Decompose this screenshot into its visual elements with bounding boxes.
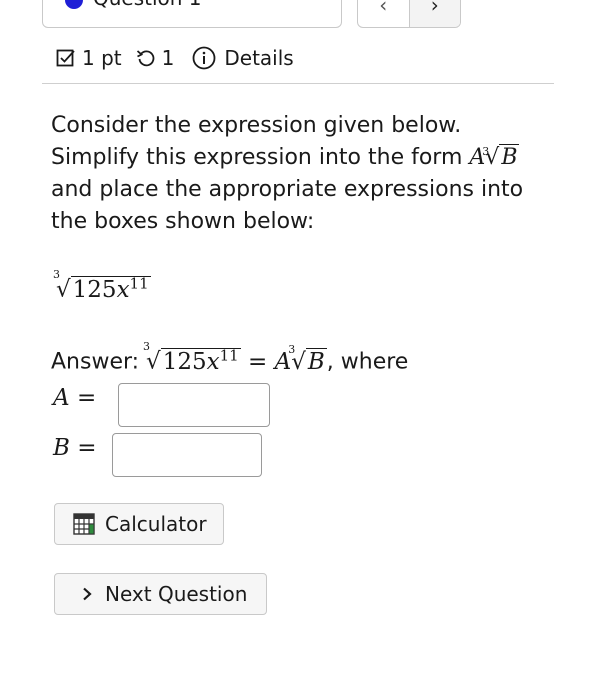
question-status-dot-icon — [65, 0, 83, 9]
a-input[interactable] — [118, 383, 270, 427]
question-nav: ‹ › — [357, 0, 461, 28]
calculator-label: Calculator — [105, 512, 207, 536]
question-meta: 1 pt 1 Details — [56, 46, 294, 70]
chevron-right-icon — [83, 587, 92, 601]
details-button[interactable]: Details — [192, 46, 294, 70]
previous-question-button[interactable]: ‹ — [358, 0, 409, 27]
attempts-text: 1 — [161, 46, 175, 70]
answer-line: Answer: 3 √125x11 = A 3 √B, where — [51, 340, 409, 375]
question-prompt: Consider the expression given below. Sim… — [51, 113, 524, 234]
chevron-left-icon: ‹ — [379, 0, 388, 17]
next-question-label: Next Question — [105, 582, 248, 606]
b-label: B = — [53, 435, 97, 461]
checkbox-icon — [56, 49, 75, 67]
retry-icon — [136, 50, 154, 67]
chevron-right-icon: › — [430, 0, 439, 17]
points-text: 1 pt — [82, 46, 122, 70]
question-select-label: Question 1 — [93, 0, 202, 10]
info-icon — [192, 46, 216, 70]
form-expression: A 3 √B — [469, 144, 520, 170]
given-expression: 3 √125x11 — [53, 268, 151, 303]
calculator-icon — [73, 513, 95, 535]
details-label: Details — [224, 46, 294, 70]
question-select[interactable]: Question 1 — [42, 0, 342, 28]
b-input[interactable] — [112, 433, 262, 477]
next-question-arrow-button[interactable]: › — [408, 0, 460, 27]
a-label: A = — [53, 385, 97, 411]
calculator-button[interactable]: Calculator — [54, 503, 224, 545]
next-question-button[interactable]: Next Question — [54, 573, 267, 615]
divider — [42, 83, 554, 84]
